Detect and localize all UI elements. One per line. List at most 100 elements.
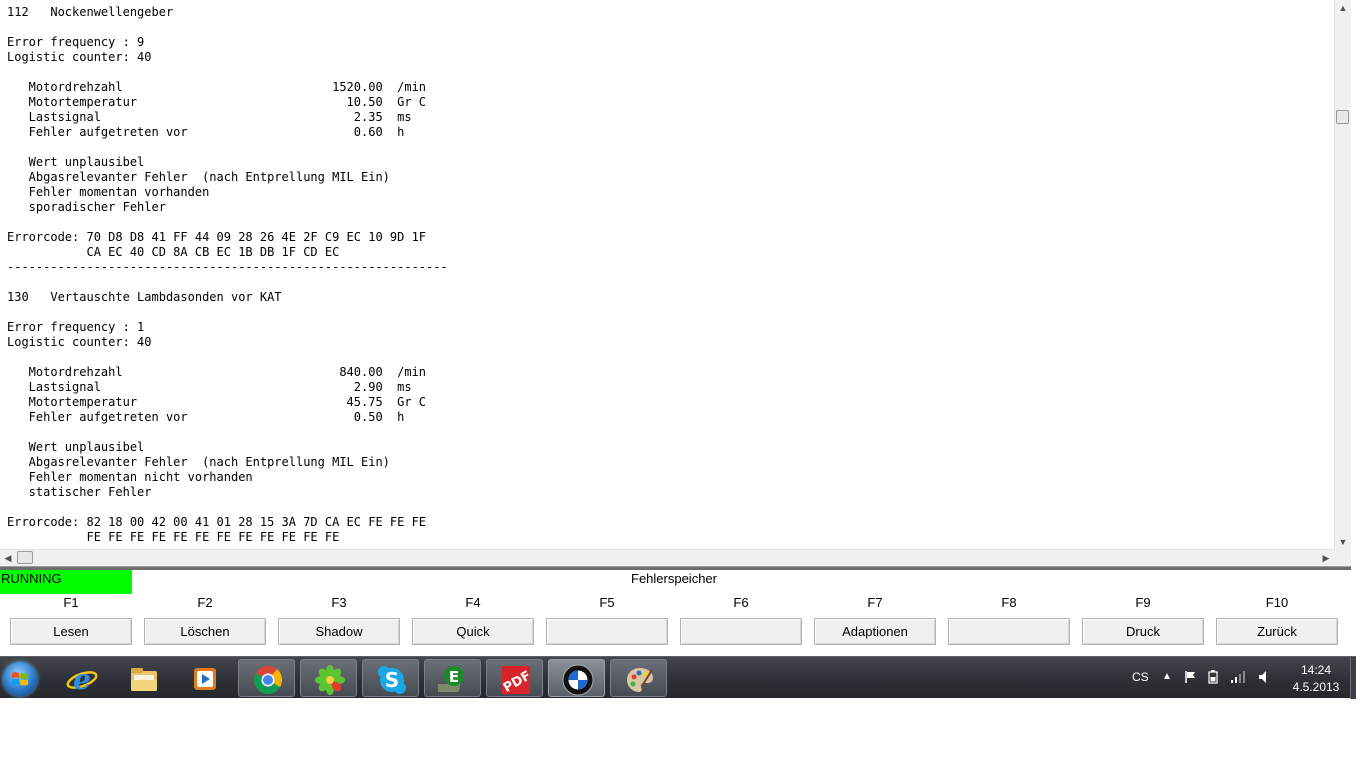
taskbar-app-bmw[interactable]	[548, 659, 605, 697]
icq-flower-icon	[315, 665, 345, 695]
report-line: Motortemperatur 45.75 Gr C	[7, 395, 427, 409]
screen-title: Fehlerspeicher	[631, 571, 717, 586]
report-line: Errorcode: 70 D8 D8 41 FF 44 09 28 26 4E…	[7, 230, 427, 244]
taskbar-app-paint[interactable]	[610, 659, 667, 697]
report-line: Fehler aufgetreten vor 0.50 h	[7, 410, 405, 424]
report-line: Logistic counter: 40	[7, 50, 152, 64]
start-button[interactable]	[3, 662, 37, 696]
taskbar-app-media[interactable]	[177, 659, 234, 697]
report-line	[7, 275, 448, 290]
druck-button[interactable]: Druck	[1082, 618, 1204, 645]
show-desktop-button[interactable]	[1350, 657, 1356, 699]
report-line: Lastsignal 2.35 ms	[7, 110, 412, 124]
scroll-up-arrow-icon[interactable]: ▲	[1335, 0, 1351, 16]
paint-palette-icon	[627, 668, 653, 692]
fkey-label-f2: F2	[197, 595, 213, 610]
fkey-label-f7: F7	[867, 595, 883, 610]
f6-button[interactable]	[680, 618, 802, 645]
vertical-scroll-thumb[interactable]	[1336, 110, 1349, 124]
taskbar-app-chrome[interactable]	[238, 659, 295, 697]
scrollbar-corner	[1334, 550, 1351, 566]
action-center-flag-icon[interactable]	[1184, 670, 1198, 687]
window-edge	[1351, 0, 1366, 768]
chrome-icon	[254, 666, 283, 694]
report-line	[7, 20, 448, 35]
function-key-panel: RUNNING Fehlerspeicher F1 F2 F3 F4 F5 F6…	[0, 570, 1351, 654]
report-line: Errorcode: 82 18 00 42 00 41 01 28 15 3A…	[7, 515, 427, 529]
zurueck-button[interactable]: Zurück	[1216, 618, 1338, 645]
file-explorer-icon	[131, 668, 157, 691]
volume-icon[interactable]	[1258, 670, 1272, 687]
ediabas-e-icon: E	[438, 666, 464, 692]
report-line: Error frequency : 1	[7, 320, 145, 334]
report-line: Fehler aufgetreten vor 0.60 h	[7, 125, 405, 139]
fkey-label-f5: F5	[599, 595, 615, 610]
lesen-button[interactable]: Lesen	[10, 618, 132, 645]
pdf-icon: PDF	[501, 666, 532, 696]
fkey-label-f1: F1	[63, 595, 79, 610]
loeschen-button[interactable]: Löschen	[144, 618, 266, 645]
skype-icon: S	[378, 666, 406, 694]
horizontal-scroll-thumb[interactable]	[17, 551, 33, 564]
report-line: Abgasrelevanter Fehler (nach Entprellung…	[7, 455, 390, 469]
clock-time[interactable]: 14:24	[1294, 663, 1338, 677]
report-line: Motordrehzahl 840.00 /min	[7, 365, 427, 379]
fkey-label-f8: F8	[1001, 595, 1017, 610]
svg-text:E: E	[449, 668, 459, 686]
fkey-label-f6: F6	[733, 595, 749, 610]
report-line: Logistic counter: 40	[7, 335, 152, 349]
report-line: FE FE FE FE FE FE FE FE FE FE FE FE	[7, 530, 340, 544]
battery-icon[interactable]	[1208, 670, 1218, 687]
fault-memory-output[interactable]: 112 Nockenwellengeber Error frequency : …	[0, 0, 1334, 550]
report-line: Error frequency : 9	[7, 35, 145, 49]
report-line	[7, 425, 448, 440]
fkey-label-f4: F4	[465, 595, 481, 610]
network-signal-icon[interactable]	[1230, 670, 1246, 687]
report-line	[7, 215, 448, 230]
report-line: Abgasrelevanter Fehler (nach Entprellung…	[7, 170, 390, 184]
report-line: Motordrehzahl 1520.00 /min	[7, 80, 427, 94]
status-indicator: RUNNING	[0, 570, 132, 594]
show-hidden-icons-icon[interactable]: ▲	[1162, 671, 1172, 682]
report-line: statischer Fehler	[7, 485, 152, 499]
taskbar-app-skype[interactable]: S	[362, 659, 419, 697]
language-indicator[interactable]: CS	[1132, 670, 1149, 684]
taskbar-app-pdf[interactable]: PDF	[486, 659, 543, 697]
adaptionen-button[interactable]: Adaptionen	[814, 618, 936, 645]
scroll-down-arrow-icon[interactable]: ▼	[1335, 534, 1351, 550]
report-line	[7, 500, 448, 515]
report-line: ----------------------------------------…	[7, 260, 448, 274]
vertical-scrollbar[interactable]: ▲ ▼	[1334, 0, 1351, 550]
svg-text:S: S	[385, 668, 399, 692]
quick-button[interactable]: Quick	[412, 618, 534, 645]
windows-logo-icon	[12, 672, 28, 686]
taskbar-app-icq[interactable]	[300, 659, 357, 697]
fkey-label-f10: F10	[1265, 595, 1289, 610]
f8-button[interactable]	[948, 618, 1070, 645]
report-line	[7, 140, 448, 155]
internet-explorer-icon: e	[66, 663, 98, 695]
svg-text:e: e	[73, 663, 91, 695]
report-line	[7, 350, 448, 365]
f5-button[interactable]	[546, 618, 668, 645]
fkey-label-f3: F3	[331, 595, 347, 610]
report-line: Fehler momentan vorhanden	[7, 185, 210, 199]
taskbar: e S E PDF CS ▲ 14:24 4.5.2013	[0, 656, 1356, 699]
report-line: Wert unplausibel	[7, 440, 145, 454]
horizontal-scrollbar[interactable]: ◀ ▶	[0, 549, 1334, 566]
report-line: Fehler momentan nicht vorhanden	[7, 470, 253, 484]
report-line: 112 Nockenwellengeber	[7, 5, 174, 19]
clock-date[interactable]: 4.5.2013	[1286, 680, 1346, 694]
fkey-label-f9: F9	[1135, 595, 1151, 610]
report-line: Lastsignal 2.90 ms	[7, 380, 412, 394]
report-line: sporadischer Fehler	[7, 200, 166, 214]
media-player-icon	[194, 668, 216, 690]
scroll-right-arrow-icon[interactable]: ▶	[1318, 550, 1334, 566]
report-line: 130 Vertauschte Lambdasonden vor KAT	[7, 290, 282, 304]
taskbar-app-ie[interactable]: e	[53, 659, 110, 697]
report-line	[7, 65, 448, 80]
scroll-left-arrow-icon[interactable]: ◀	[0, 550, 16, 566]
taskbar-app-ediabas[interactable]: E	[424, 659, 481, 697]
taskbar-app-explorer[interactable]	[115, 659, 172, 697]
shadow-button[interactable]: Shadow	[278, 618, 400, 645]
